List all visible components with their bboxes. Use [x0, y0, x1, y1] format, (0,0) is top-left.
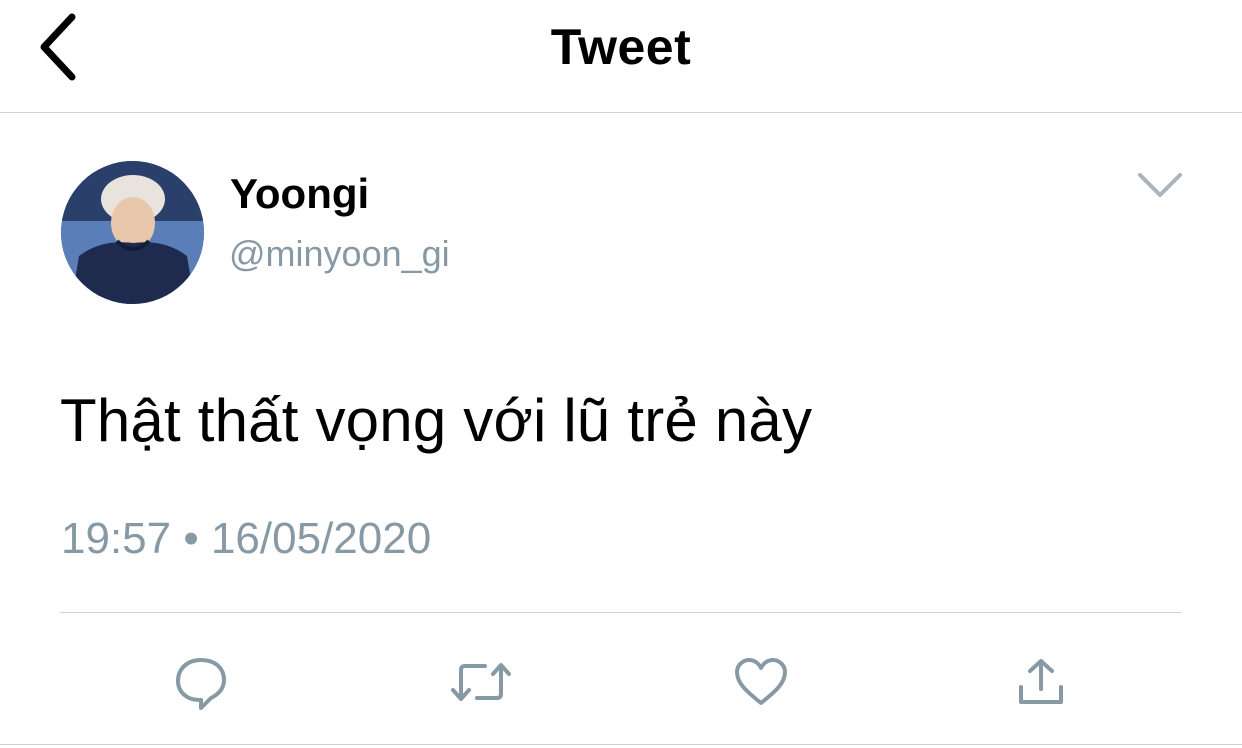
avatar[interactable] — [61, 161, 204, 304]
avatar-photo — [61, 161, 204, 304]
share-button[interactable] — [1011, 652, 1071, 712]
divider — [60, 612, 1182, 613]
share-icon — [1019, 659, 1063, 704]
top-bar: Tweet — [0, 0, 1242, 113]
reply-icon — [176, 658, 226, 710]
heart-icon — [735, 658, 787, 705]
user-handle[interactable]: @minyoon_gi — [229, 233, 450, 275]
chevron-down-icon — [1138, 173, 1182, 197]
display-name[interactable]: Yoongi — [230, 170, 369, 218]
bottom-divider — [0, 744, 1242, 745]
tweet-text: Thật thất vọng với lũ trẻ này — [60, 387, 813, 454]
retweet-icon — [451, 663, 511, 701]
tweet-menu-button[interactable] — [1130, 163, 1190, 207]
tweet-timestamp: 19:57 • 16/05/2020 — [61, 514, 432, 563]
page-title: Tweet — [550, 19, 692, 75]
like-button[interactable] — [731, 652, 791, 712]
reply-button[interactable] — [171, 652, 231, 712]
tweet-detail-screen: Tweet Yoongi @minyoon_gi Thật thất vọng … — [0, 0, 1242, 748]
retweet-button[interactable] — [451, 652, 511, 712]
